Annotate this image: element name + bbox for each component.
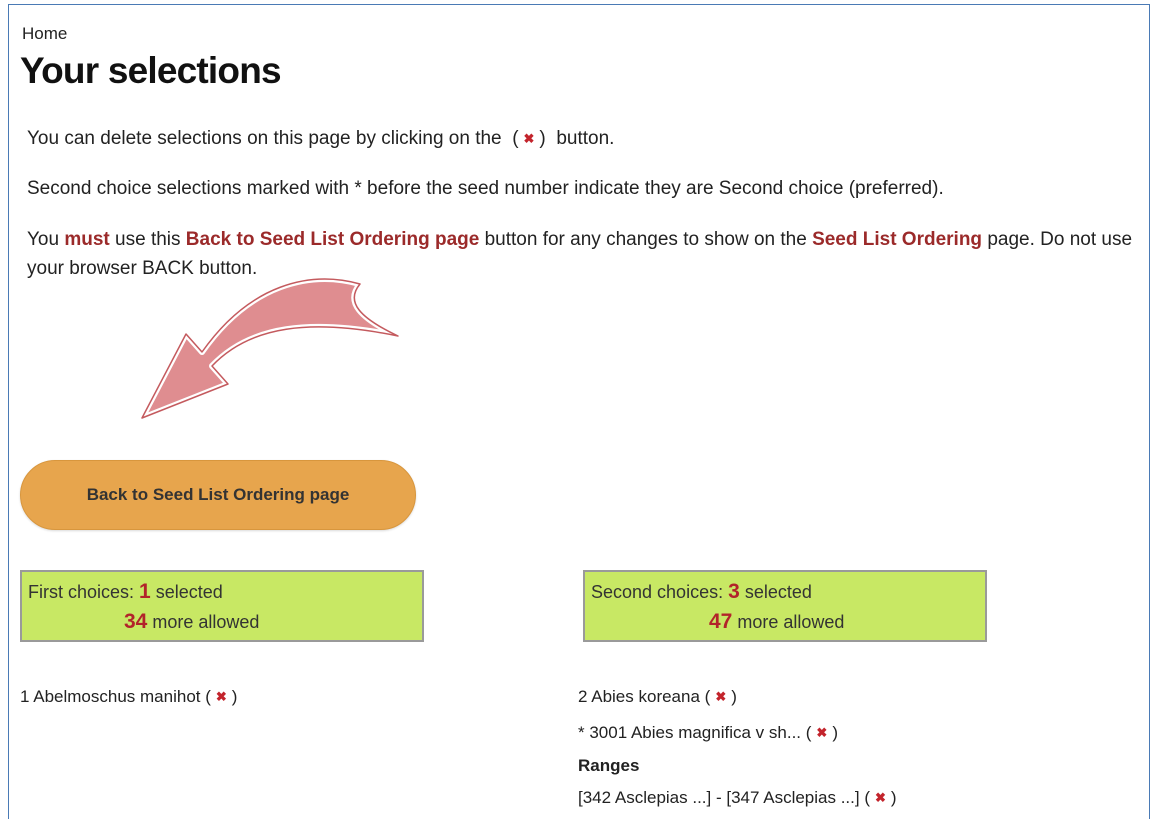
delete-x-icon[interactable]: ✖ bbox=[211, 689, 232, 705]
first-selected-count: 1 bbox=[139, 580, 151, 603]
seed-list-emphasis: Seed List Ordering bbox=[812, 229, 983, 250]
second-choice-item: 2 Abies koreana (✖) bbox=[578, 687, 737, 706]
back-link-emphasis: Back to Seed List Ordering page bbox=[185, 229, 480, 250]
second-more-allowed-count: 47 bbox=[709, 610, 733, 633]
first-choice-item: 1 Abelmoschus manihot (✖) bbox=[20, 687, 238, 706]
second-choices-summary: Second choices: 3 selected 47 more allow… bbox=[583, 570, 987, 642]
delete-x-icon[interactable]: ✖ bbox=[710, 689, 731, 705]
second-choice-instructions: Second choice selections marked with * b… bbox=[27, 178, 944, 199]
second-selected-count: 3 bbox=[728, 580, 740, 603]
delete-x-icon: ✖ bbox=[523, 131, 535, 146]
page-title: Your selections bbox=[20, 50, 282, 91]
curved-arrow-icon bbox=[139, 276, 401, 421]
delete-instructions: You can delete selections on this page b… bbox=[27, 124, 614, 153]
delete-x-icon[interactable]: ✖ bbox=[870, 790, 891, 806]
must-emphasis: must bbox=[64, 229, 110, 250]
range-item: [342 Asclepias ...] - [347 Asclepias ...… bbox=[578, 788, 897, 807]
breadcrumb-home[interactable]: Home bbox=[22, 24, 67, 44]
back-to-seed-list-button[interactable]: Back to Seed List Ordering page bbox=[20, 460, 416, 530]
delete-x-icon[interactable]: ✖ bbox=[811, 725, 832, 741]
first-more-allowed-count: 34 bbox=[124, 610, 148, 633]
first-choices-summary: First choices: 1 selected 34 more allowe… bbox=[20, 570, 424, 642]
ranges-heading: Ranges bbox=[578, 756, 640, 775]
second-choice-item: * 3001 Abies magnifica v sh... (✖) bbox=[578, 723, 838, 742]
